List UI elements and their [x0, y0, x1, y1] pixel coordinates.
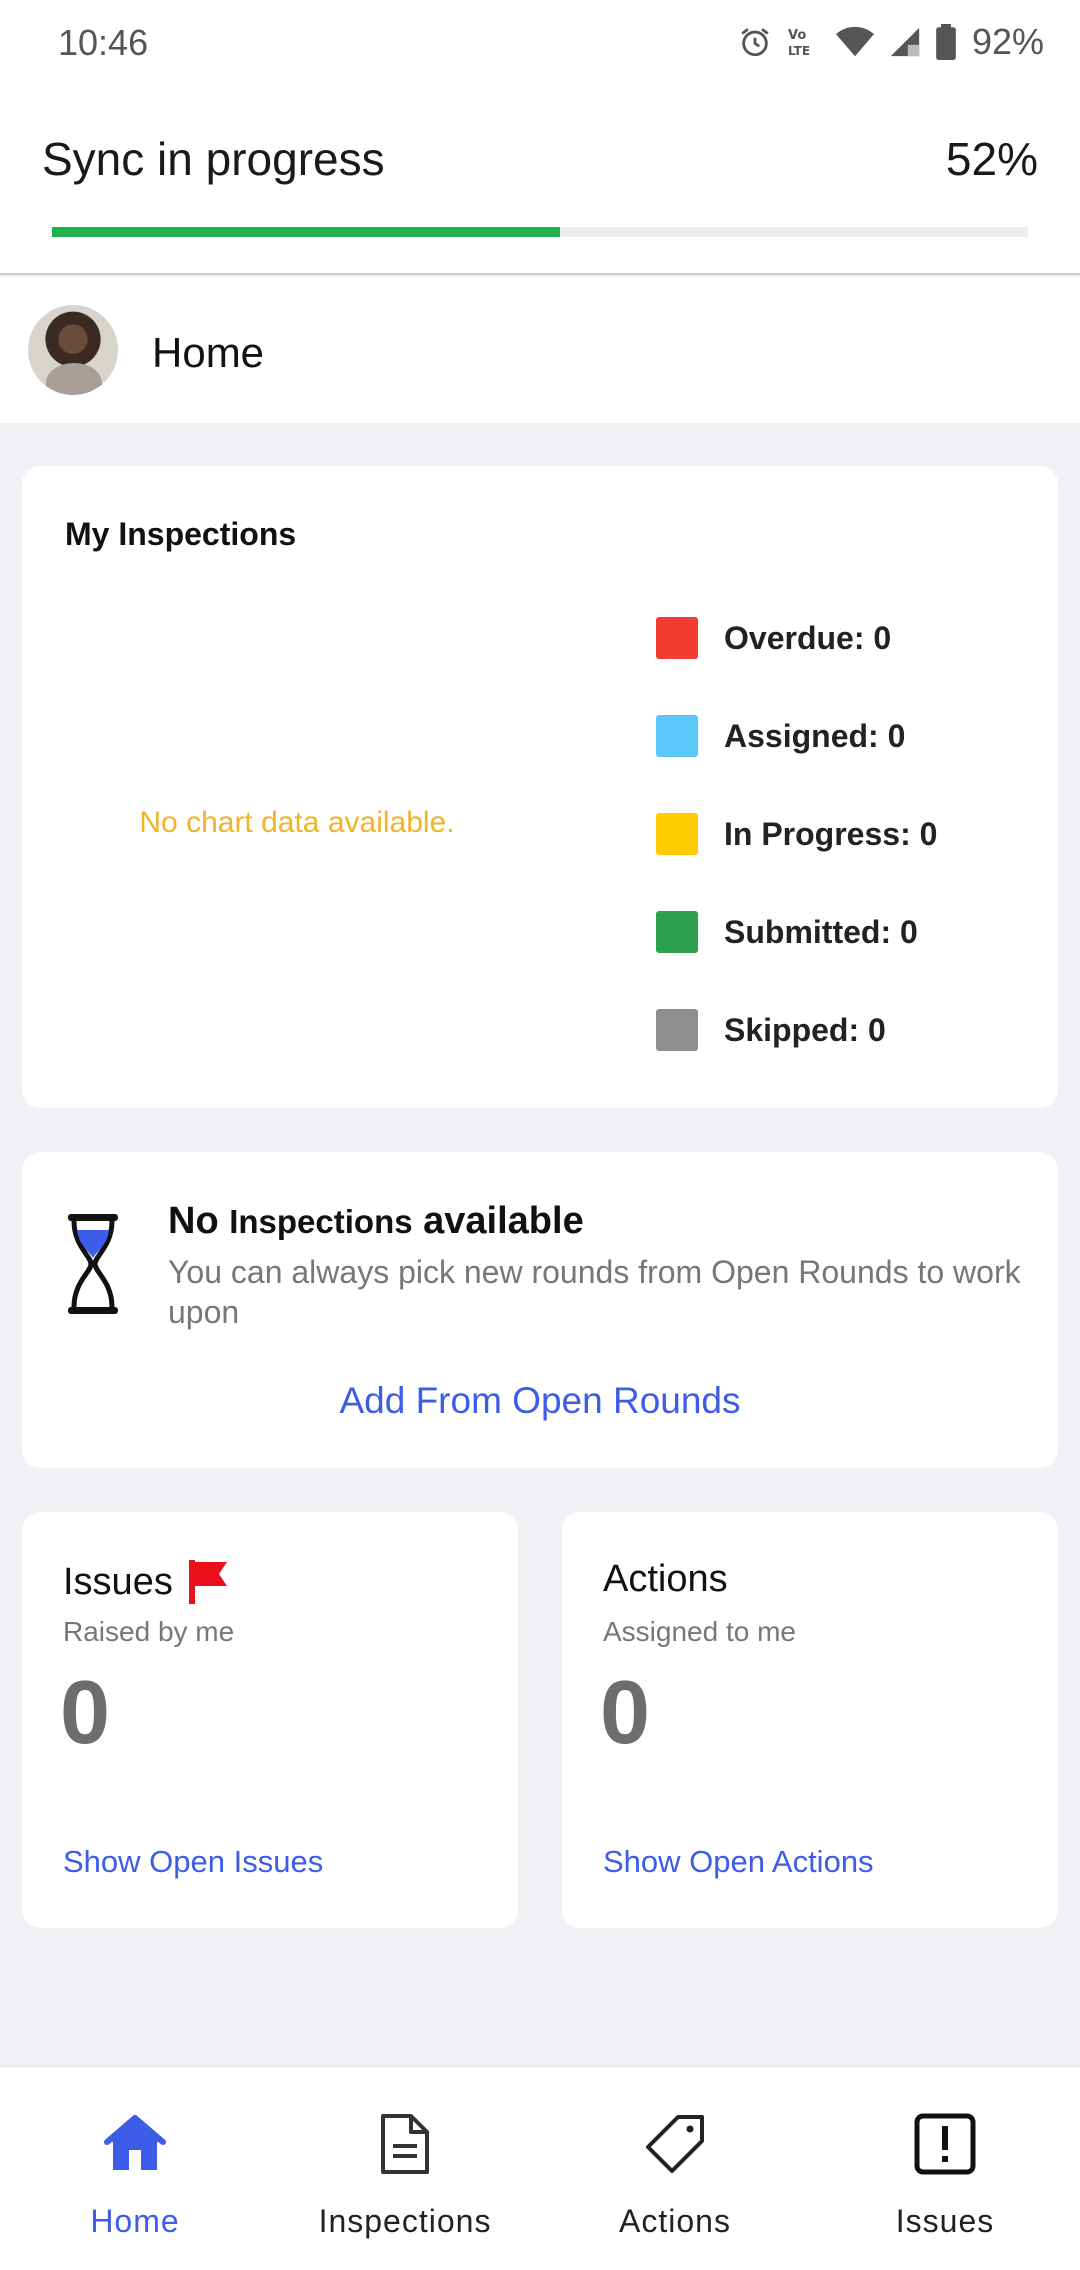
tag-icon [540, 2109, 810, 2179]
alarm-icon [738, 25, 772, 59]
status-icons: Vo LTE 92% [738, 18, 1044, 66]
svg-text:Vo: Vo [788, 28, 806, 43]
document-icon [270, 2109, 540, 2179]
issues-card[interactable]: Issues Raised by me 0 Show Open Issues [22, 1512, 518, 1928]
legend-item-overdue: Overdue: 0 [656, 616, 891, 660]
nav-item-issues[interactable]: Issues [810, 2067, 1080, 2270]
page-title: Home [152, 329, 265, 376]
wifi-icon [835, 25, 874, 59]
status-time: 10:46 [58, 22, 149, 63]
bottom-nav: Home Inspections Actions Issues [0, 2066, 1080, 2270]
actions-subtitle: Assigned to me [603, 1616, 796, 1647]
actions-count: 0 [600, 1663, 651, 1763]
my-inspections-card: My Inspections No chart data available. … [22, 466, 1058, 1108]
card-title: My Inspections [65, 516, 297, 552]
no-inspections-card: No Inspections available You can always … [22, 1152, 1058, 1468]
nav-label-issues: Issues [895, 2203, 995, 2239]
actions-card[interactable]: Actions Assigned to me 0 Show Open Actio… [562, 1512, 1058, 1928]
hourglass-icon [64, 1212, 170, 1324]
nav-item-inspections[interactable]: Inspections [270, 2067, 540, 2270]
nav-label-actions: Actions [619, 2203, 731, 2239]
legend-label: Submitted: 0 [724, 913, 918, 950]
sync-progress-fill [52, 227, 560, 237]
legend-label: Overdue: 0 [724, 619, 892, 656]
empty-title-word-2: Inspections [229, 1203, 413, 1240]
legend-label: In Progress: 0 [724, 815, 938, 852]
legend-swatch [656, 617, 698, 659]
battery-percent: 92% [971, 21, 1044, 62]
empty-state-title: No Inspections available [168, 1200, 584, 1243]
nav-item-home[interactable]: Home [0, 2067, 270, 2270]
app-header: Home [0, 277, 1080, 423]
sync-progress-bar [52, 227, 1028, 237]
status-bar: 10:46 Vo LTE 92% [0, 0, 1080, 88]
legend-item-submitted: Submitted: 0 [656, 910, 918, 954]
legend-label: Skipped: 0 [724, 1011, 886, 1048]
signal-icon [888, 25, 922, 59]
show-open-actions-link[interactable]: Show Open Actions [603, 1844, 874, 1880]
issues-title-text: Issues [63, 1560, 173, 1603]
empty-state-description: You can always pick new rounds from Open… [168, 1254, 1021, 1330]
sync-percent: 52% [945, 133, 1038, 185]
no-chart-data-message: No chart data available. [139, 806, 455, 839]
legend-swatch [656, 715, 698, 757]
actions-title: Actions [603, 1558, 728, 1601]
nav-label-inspections: Inspections [318, 2203, 492, 2239]
issues-title: Issues [63, 1558, 231, 1606]
legend-label: Assigned: 0 [724, 717, 906, 754]
issues-count: 0 [60, 1663, 111, 1763]
show-open-issues-link[interactable]: Show Open Issues [63, 1844, 323, 1880]
empty-title-word-3: available [423, 1200, 584, 1242]
issues-subtitle: Raised by me [63, 1616, 235, 1647]
actions-title-text: Actions [603, 1558, 728, 1600]
volte-icon: Vo LTE [786, 25, 822, 59]
battery-icon [936, 24, 956, 60]
nav-label-home: Home [90, 2203, 180, 2239]
alert-square-icon [810, 2109, 1080, 2179]
legend-swatch [656, 1009, 698, 1051]
empty-title-word-1: No [168, 1200, 219, 1242]
nav-item-actions[interactable]: Actions [540, 2067, 810, 2270]
home-icon [0, 2109, 270, 2179]
avatar[interactable] [28, 305, 118, 395]
legend-item-skipped: Skipped: 0 [656, 1008, 886, 1052]
legend-item-in-progress: In Progress: 0 [656, 812, 937, 856]
legend-item-assigned: Assigned: 0 [656, 714, 905, 758]
sync-title: Sync in progress [42, 133, 385, 185]
add-from-open-rounds-link[interactable]: Add From Open Rounds [22, 1380, 1058, 1422]
svg-text:LTE: LTE [788, 44, 810, 58]
legend-swatch [656, 911, 698, 953]
legend-swatch [656, 813, 698, 855]
sync-header: Sync in progress 52% [0, 88, 1080, 275]
flag-icon [187, 1558, 231, 1606]
